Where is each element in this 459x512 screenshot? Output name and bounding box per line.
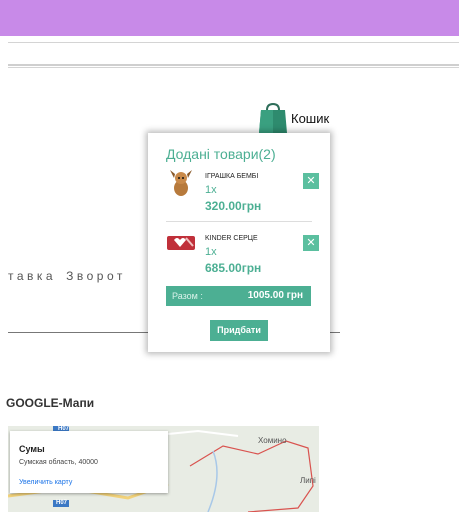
nav-item-delivery[interactable]: тавка <box>8 269 56 283</box>
popup-title: Додані товари(2) <box>166 146 276 162</box>
nav-item-feedback[interactable]: Зворот <box>66 269 126 283</box>
item-separator <box>166 221 312 222</box>
map-address: Сумская область, 40000 <box>19 459 98 466</box>
checkout-button[interactable]: Придбати <box>210 320 268 341</box>
map-place-label: Хомино <box>258 436 287 445</box>
product-name: ІГРАШКА БЕМБІ <box>205 173 259 180</box>
product-quantity: 1x <box>205 246 217 258</box>
total-label: Разом : <box>172 291 203 301</box>
google-map[interactable]: H07 H07 Хомино Липі Сумы Сумская область… <box>8 426 319 512</box>
map-city: Сумы <box>19 444 45 454</box>
remove-item-button[interactable]: ✕ <box>303 235 319 251</box>
map-info-card: Сумы Сумская область, 40000 Увеличить ка… <box>10 431 168 493</box>
cart-link[interactable]: Кошик <box>258 102 329 134</box>
remove-item-button[interactable]: ✕ <box>303 173 319 189</box>
map-place-label: Липі <box>300 476 316 485</box>
enlarge-map-link[interactable]: Увеличить карту <box>19 479 72 486</box>
menu-rule <box>8 64 459 66</box>
main-nav: тавка Зворот <box>8 269 126 283</box>
total-value: 1005.00 грн <box>247 290 303 301</box>
cart-item: KINDER СЕРЦЕ 1x 685.00грн ✕ <box>166 230 322 278</box>
cart-item: ІГРАШКА БЕМБІ 1x 320.00грн ✕ <box>166 168 322 216</box>
top-header-bar <box>0 0 459 36</box>
shopping-bag-icon <box>258 102 288 134</box>
product-thumbnail <box>166 230 196 260</box>
product-price: 320.00грн <box>205 199 262 213</box>
product-price: 685.00грн <box>205 261 262 275</box>
product-thumbnail <box>166 168 196 198</box>
cart-label: Кошик <box>291 111 330 126</box>
product-quantity: 1x <box>205 184 217 196</box>
map-section-title: GOOGLE-Мапи <box>6 396 95 410</box>
menu-rule-secondary <box>8 67 459 68</box>
cart-popup: Додані товари(2) ІГРАШКА БЕМБІ 1x 320.00… <box>148 133 330 352</box>
product-name: KINDER СЕРЦЕ <box>205 235 258 242</box>
header-rule <box>8 42 459 43</box>
cart-total-bar: Разом : 1005.00 грн <box>166 286 311 306</box>
road-label: H07 <box>56 500 68 506</box>
